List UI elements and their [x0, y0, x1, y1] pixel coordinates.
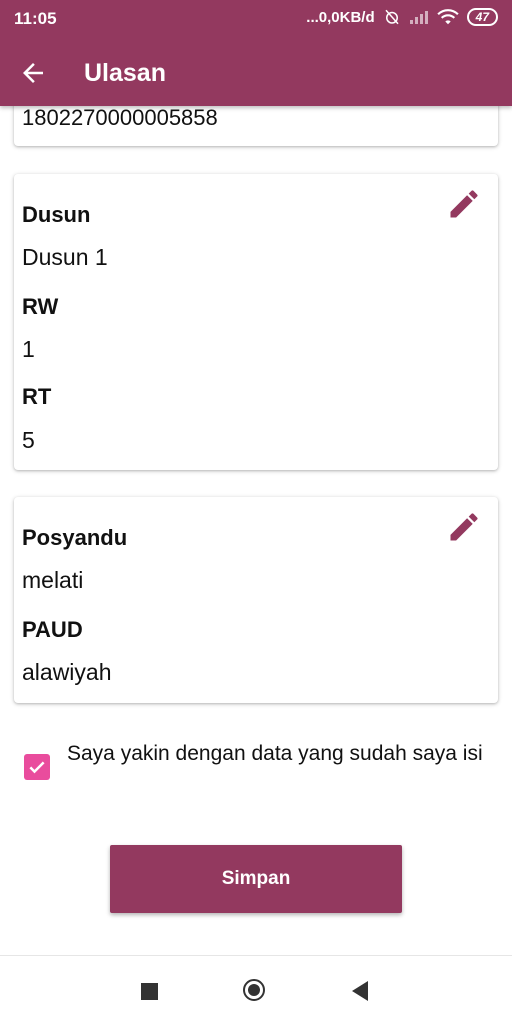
posyandu-label: Posyandu — [22, 525, 128, 550]
home-button[interactable] — [243, 979, 265, 1001]
save-button[interactable]: Simpan — [110, 845, 402, 913]
review-content: 1802270000005858 Dusun Dusun 1 RW 1 RT 5… — [0, 0, 512, 955]
posyandu-value: melati — [22, 567, 84, 593]
confirmation-text: Saya yakin dengan data yang sudah saya i… — [67, 742, 483, 765]
recent-apps-button[interactable] — [141, 983, 158, 1000]
battery-icon: 47 — [466, 8, 498, 26]
rt-value: 5 — [22, 427, 35, 453]
page-title: Ulasan — [84, 59, 166, 87]
signal-icon — [409, 11, 428, 24]
rw-value: 1 — [22, 336, 35, 362]
paud-value: alawiyah — [22, 659, 112, 685]
status-bar: 11:05 ...0,0KB/d 47 — [0, 0, 512, 36]
facility-card: Posyandu melati PAUD alawiyah — [14, 497, 498, 703]
confirmation-checkbox[interactable] — [24, 754, 50, 780]
edit-facility-button[interactable] — [446, 509, 482, 545]
address-card: Dusun Dusun 1 RW 1 RT 5 — [14, 174, 498, 470]
alarm-off-icon — [385, 9, 399, 25]
status-time: 11:05 — [14, 9, 57, 28]
wifi-icon — [436, 9, 459, 25]
paud-label: PAUD — [22, 617, 83, 642]
status-indicators: ...0,0KB/d 47 — [306, 8, 498, 26]
pencil-icon — [450, 190, 478, 218]
pencil-icon — [450, 513, 478, 541]
system-back-button[interactable] — [352, 981, 368, 1001]
app-bar: 11:05 ...0,0KB/d 47 Ulasan — [0, 0, 512, 106]
back-button[interactable] — [18, 58, 48, 88]
network-speed: ...0,0KB/d — [306, 8, 375, 26]
rt-label: RT — [22, 384, 52, 409]
dusun-label: Dusun — [22, 202, 91, 227]
arrow-left-icon — [23, 63, 43, 83]
nik-value: 1802270000005858 — [22, 105, 218, 130]
rw-label: RW — [22, 294, 59, 319]
checkmark-icon — [29, 761, 45, 774]
system-nav-bar — [0, 955, 512, 1025]
edit-address-button[interactable] — [446, 186, 482, 222]
toolbar: Ulasan — [0, 50, 512, 100]
dusun-value: Dusun 1 — [22, 244, 108, 270]
